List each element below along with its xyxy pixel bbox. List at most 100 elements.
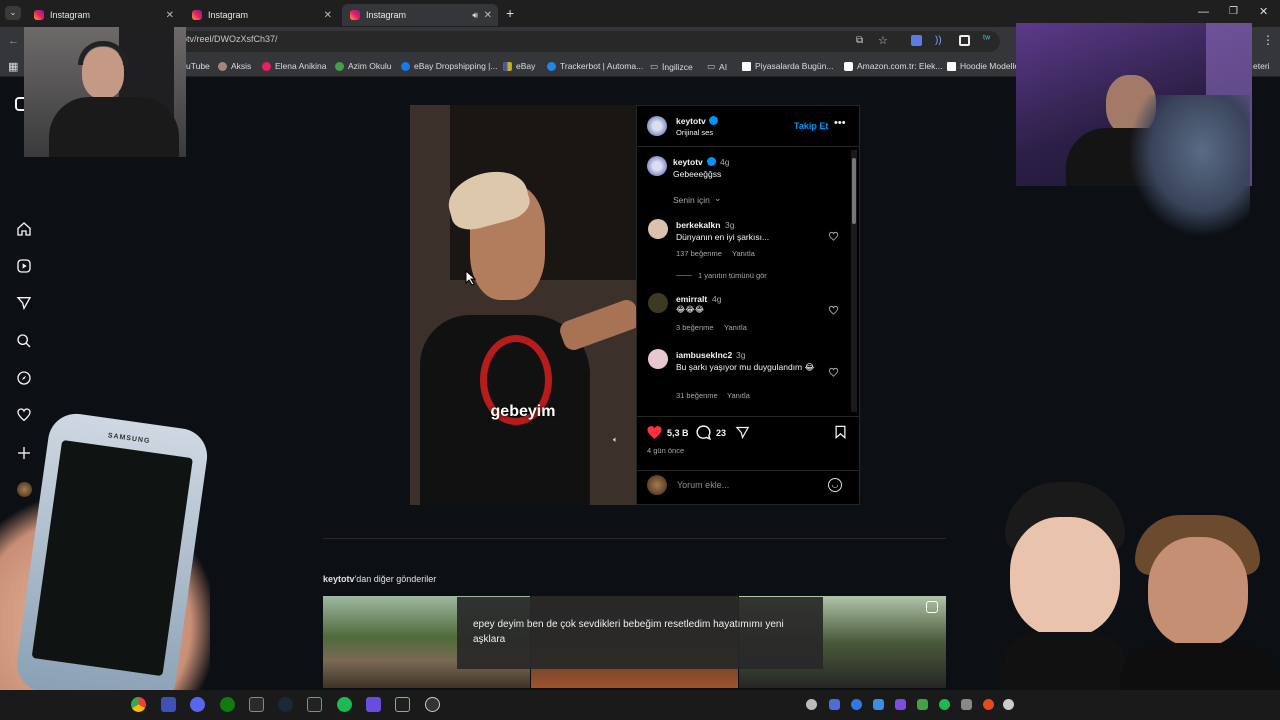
steam-icon[interactable] [278, 697, 293, 712]
bookmark-trackerbot[interactable]: Trackerbot | Automa... [547, 61, 643, 71]
star-icon[interactable]: ☆ [878, 34, 888, 47]
tab-instagram-3[interactable]: Instagram 🔊︎ ✕ [342, 4, 498, 26]
author-avatar[interactable] [647, 116, 667, 136]
close-icon[interactable]: ✕ [166, 10, 174, 21]
follow-button[interactable]: Takip Et [794, 121, 828, 131]
grid-app-icon[interactable] [366, 697, 381, 712]
reply-button[interactable]: Yanıtla [732, 249, 755, 258]
speaker-icon[interactable]: 🔊︎ [472, 10, 478, 21]
spotify-icon[interactable] [337, 697, 352, 712]
epic-games-icon[interactable] [249, 697, 264, 712]
audio-label[interactable]: Orijinal ses [676, 128, 713, 137]
comment-username[interactable]: berkekalkn [676, 220, 720, 230]
share-icon[interactable] [735, 425, 750, 440]
like-heart-icon[interactable] [646, 424, 663, 441]
app-icon[interactable] [161, 697, 176, 712]
omnibox[interactable] [170, 31, 1000, 52]
comment-avatar[interactable] [648, 219, 668, 239]
comment-avatar[interactable] [648, 293, 668, 313]
minimize-button[interactable]: — [1198, 6, 1209, 18]
bookmark-ai[interactable]: ▭ AI [707, 61, 727, 72]
url-text[interactable]: otv/reel/DWOzXsfCh37/ [182, 34, 278, 44]
comment-likes[interactable]: 137 beğenme [676, 249, 722, 258]
bookmark-ebay[interactable]: eBay [503, 61, 535, 71]
back-icon[interactable]: ← [8, 35, 19, 47]
reply-button[interactable]: Yanıtla [724, 323, 747, 332]
more-posts-username[interactable]: keytotv [323, 574, 355, 584]
tray-app-icon[interactable] [895, 699, 906, 710]
post-author-avatar[interactable] [647, 156, 667, 176]
close-icon[interactable]: ✕ [324, 10, 332, 21]
reels-icon[interactable] [16, 258, 32, 274]
play-app-icon[interactable] [395, 697, 410, 712]
view-replies-link[interactable]: 1 yanıtın tümünü gör [698, 271, 767, 280]
xbox-icon[interactable] [220, 697, 235, 712]
explore-icon[interactable] [16, 370, 32, 386]
bookmark-hoodie[interactable]: Hoodie Modelle [947, 61, 1019, 71]
translate-extension-icon[interactable] [911, 35, 922, 46]
like-count[interactable]: 5,3 B [667, 428, 689, 438]
extension-icon[interactable]: ᵗʷ [983, 34, 990, 45]
close-window-button[interactable]: ✕ [1259, 5, 1268, 18]
tab-instagram-1[interactable]: Instagram ✕ [26, 4, 180, 26]
install-app-icon[interactable]: ⧉ [856, 35, 863, 46]
tray-app-icon[interactable] [983, 699, 994, 710]
comments-scrollbar[interactable] [851, 150, 857, 412]
comment-username[interactable]: iambuseklnc2 [676, 350, 732, 360]
emoji-icon[interactable]: ◡ [828, 478, 842, 492]
bookmark-youtube[interactable]: uTube [186, 61, 210, 71]
bookmark-piyasalar[interactable]: Piyasalarda Bugün... [742, 61, 833, 71]
reel-video[interactable]: gebeyim 🔈︎ [410, 105, 636, 505]
extension-icon[interactable] [959, 35, 970, 46]
comment-input[interactable]: Yorum ekle... [677, 480, 729, 490]
like-comment-heart-icon[interactable] [828, 231, 839, 242]
like-comment-heart-icon[interactable] [828, 305, 839, 316]
bookmark-aksis[interactable]: Aksis [218, 61, 251, 71]
comment-likes[interactable]: 3 beğenme [676, 323, 714, 332]
mute-icon[interactable]: 🔈︎ [613, 435, 618, 445]
scrollbar-thumb[interactable] [852, 158, 856, 224]
tab-menu-button[interactable]: ⌄ [5, 6, 21, 20]
bookmark-ingilizce[interactable]: ▭ İngilizce [650, 61, 693, 72]
more-options-icon[interactable]: ••• [834, 117, 846, 129]
bookmark-azim[interactable]: Azim Okulu [335, 61, 391, 71]
tray-spotify-icon[interactable] [939, 699, 950, 710]
bookmark-ebay-dropshipping[interactable]: eBay Dropshipping |... [401, 61, 497, 71]
sort-comments-dropdown[interactable]: Senin için [673, 195, 710, 205]
tray-app-icon[interactable] [829, 699, 840, 710]
tray-discord-icon[interactable] [806, 699, 817, 710]
obs-icon[interactable] [425, 697, 440, 712]
close-icon[interactable]: ✕ [484, 10, 492, 21]
post-username[interactable]: keytotv [673, 157, 703, 167]
bookmark-elena[interactable]: Elena Anikina [262, 61, 327, 71]
apps-grid-icon[interactable]: ▦ [8, 60, 18, 73]
messages-icon[interactable] [16, 295, 32, 311]
bookmark-amazon[interactable]: Amazon.com.tr: Elek... [844, 61, 943, 71]
more-menu-icon[interactable]: ⋮ [1262, 33, 1274, 47]
chevron-down-icon[interactable]: ⌄ [714, 193, 722, 204]
discord-icon[interactable] [190, 697, 205, 712]
tab-instagram-2[interactable]: Instagram ✕ [184, 4, 338, 26]
new-tab-button[interactable]: + [506, 5, 514, 21]
restore-button[interactable]: ❐ [1229, 6, 1238, 17]
bookmark-save-icon[interactable] [833, 424, 848, 440]
reply-button[interactable]: Yanıtla [727, 391, 750, 400]
chrome-icon[interactable] [131, 697, 146, 712]
comment-likes[interactable]: 31 beğenme [676, 391, 718, 400]
terminal-icon[interactable] [307, 697, 322, 712]
comment-count[interactable]: 23 [716, 428, 726, 438]
bookmark-overflow[interactable]: eteri [1253, 61, 1270, 71]
like-comment-heart-icon[interactable] [828, 367, 839, 378]
tray-app-icon[interactable] [851, 699, 862, 710]
home-icon[interactable] [16, 221, 32, 237]
tray-app-icon[interactable] [961, 699, 972, 710]
tray-app-icon[interactable] [873, 699, 884, 710]
tray-app-icon[interactable] [917, 699, 928, 710]
comment-username[interactable]: emirralt [676, 294, 707, 304]
comment-bubble-icon[interactable] [695, 424, 712, 441]
author-username[interactable]: keytotv [676, 116, 706, 126]
search-icon[interactable] [16, 333, 32, 349]
audio-extension-icon[interactable]: )) [935, 35, 942, 46]
tray-app-icon[interactable] [1003, 699, 1014, 710]
comment-avatar[interactable] [648, 349, 668, 369]
